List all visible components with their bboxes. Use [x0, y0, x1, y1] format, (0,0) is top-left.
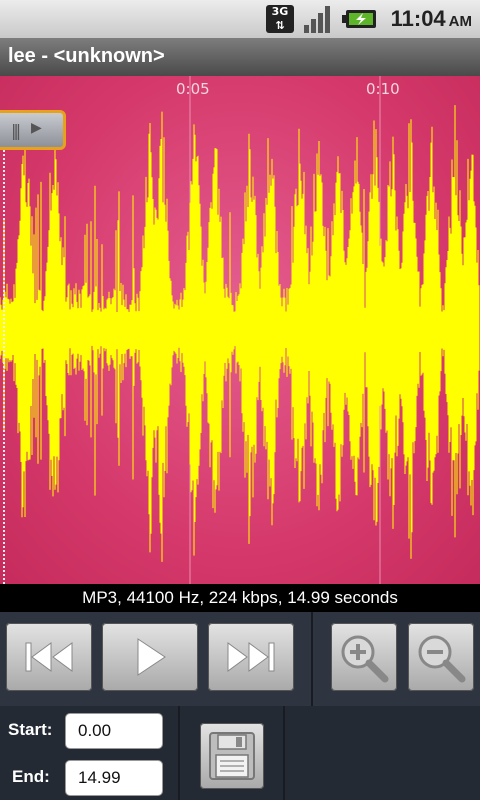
zoom-out-button[interactable] — [408, 623, 474, 691]
floppy-disk-icon — [209, 732, 255, 780]
fast-forward-icon — [227, 642, 275, 672]
end-field[interactable]: 14.99 — [65, 760, 163, 796]
arrow-right-icon: ▶ — [31, 120, 42, 136]
rewind-icon — [25, 642, 73, 672]
divider — [178, 706, 180, 800]
clock-time: 11:04 — [390, 6, 446, 31]
waveform-view[interactable]: 0:05 0:10 ||| ▶ — [0, 76, 480, 584]
start-marker-handle[interactable]: ||| ▶ — [0, 110, 66, 150]
waveform-path — [0, 105, 480, 562]
file-info: MP3, 44100 Hz, 224 kbps, 14.99 seconds — [0, 584, 480, 612]
divider — [311, 612, 313, 706]
range-panel: Start: 0.00 End: 14.99 — [0, 706, 480, 800]
signal-strength-icon — [304, 6, 330, 33]
start-field[interactable]: 0.00 — [65, 713, 163, 749]
rewind-button[interactable] — [6, 623, 92, 691]
fast-forward-button[interactable] — [208, 623, 294, 691]
battery-charging-icon — [342, 10, 376, 28]
start-marker-line — [3, 150, 5, 584]
zoom-out-icon — [418, 635, 466, 683]
time-mark-10s: 0:10 — [366, 80, 400, 98]
clock: 11:04 AM — [391, 6, 472, 32]
save-button[interactable] — [200, 723, 264, 789]
network-3g-icon: 3G ⇅ — [266, 5, 294, 33]
divider — [283, 706, 285, 800]
zoom-in-button[interactable] — [331, 623, 397, 691]
clock-ampm: AM — [448, 13, 472, 30]
waveform-graph — [0, 76, 480, 584]
network-label: 3G — [271, 5, 289, 18]
play-button[interactable] — [102, 623, 198, 691]
end-label: End: — [12, 767, 50, 786]
time-mark-5s: 0:05 — [176, 80, 210, 98]
status-bar: 3G ⇅ 11:04 AM — [0, 0, 480, 38]
transport-controls — [0, 612, 480, 706]
page-title: lee - <unknown> — [8, 45, 165, 67]
title-bar: lee - <unknown> — [0, 38, 480, 77]
zoom-in-icon — [341, 635, 389, 683]
play-icon — [137, 638, 166, 676]
grip-icon: ||| — [11, 121, 21, 140]
start-label: Start: — [8, 720, 53, 739]
